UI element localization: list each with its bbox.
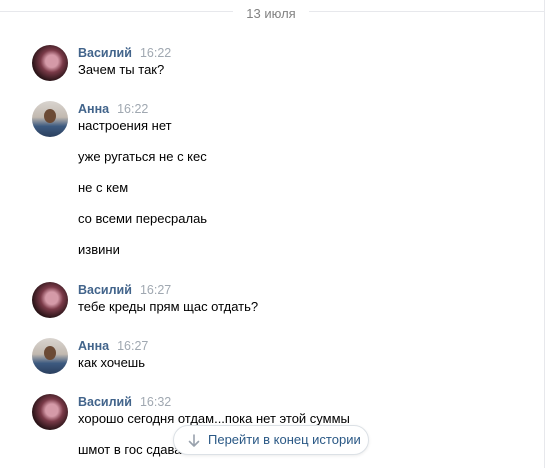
message-text: уже ругаться не с кес — [78, 149, 207, 164]
avatar[interactable] — [32, 282, 68, 318]
avatar[interactable] — [32, 101, 68, 137]
message-header: Анна 16:27 — [78, 338, 148, 354]
author-name[interactable]: Анна — [78, 339, 109, 353]
author-name[interactable]: Василий — [78, 283, 132, 297]
message-time[interactable]: 16:22 — [140, 46, 171, 60]
author-name[interactable]: Василий — [78, 46, 132, 60]
message-header: Анна 16:22 — [78, 101, 148, 117]
message-text: извини — [78, 242, 120, 257]
jump-to-end-label: Перейти в конец истории — [208, 432, 361, 447]
message-text: Зачем ты так? — [78, 62, 165, 77]
date-label: 13 июля — [233, 5, 309, 23]
arrow-down-icon — [188, 434, 200, 447]
message-time[interactable]: 16:32 — [140, 395, 171, 409]
avatar[interactable] — [32, 45, 68, 81]
chat-history: 13 июля Василий 16:22 Зачем ты так? Анна 1… — [0, 0, 545, 468]
author-name[interactable]: Василий — [78, 395, 132, 409]
date-separator: 13 июля — [0, 0, 544, 36]
author-name[interactable]: Анна — [78, 102, 109, 116]
avatar[interactable] — [32, 394, 68, 430]
message-header: Василий 16:22 — [78, 45, 171, 61]
jump-to-end-button[interactable]: Перейти в конец истории — [173, 425, 369, 455]
message-text: со всеми пересралаь — [78, 211, 208, 226]
message-header: Василий 16:32 — [78, 394, 171, 410]
avatar[interactable] — [32, 338, 68, 374]
message-time[interactable]: 16:27 — [140, 283, 171, 297]
message-text: тебе креды прям щас отдать? — [78, 299, 259, 314]
message-text: настроения нет — [78, 118, 172, 133]
message-time[interactable]: 16:22 — [117, 102, 148, 116]
message-text: как хочешь — [78, 355, 146, 370]
message-header: Василий 16:27 — [78, 282, 171, 298]
message-time[interactable]: 16:27 — [117, 339, 148, 353]
message-text: не с кем — [78, 180, 129, 195]
